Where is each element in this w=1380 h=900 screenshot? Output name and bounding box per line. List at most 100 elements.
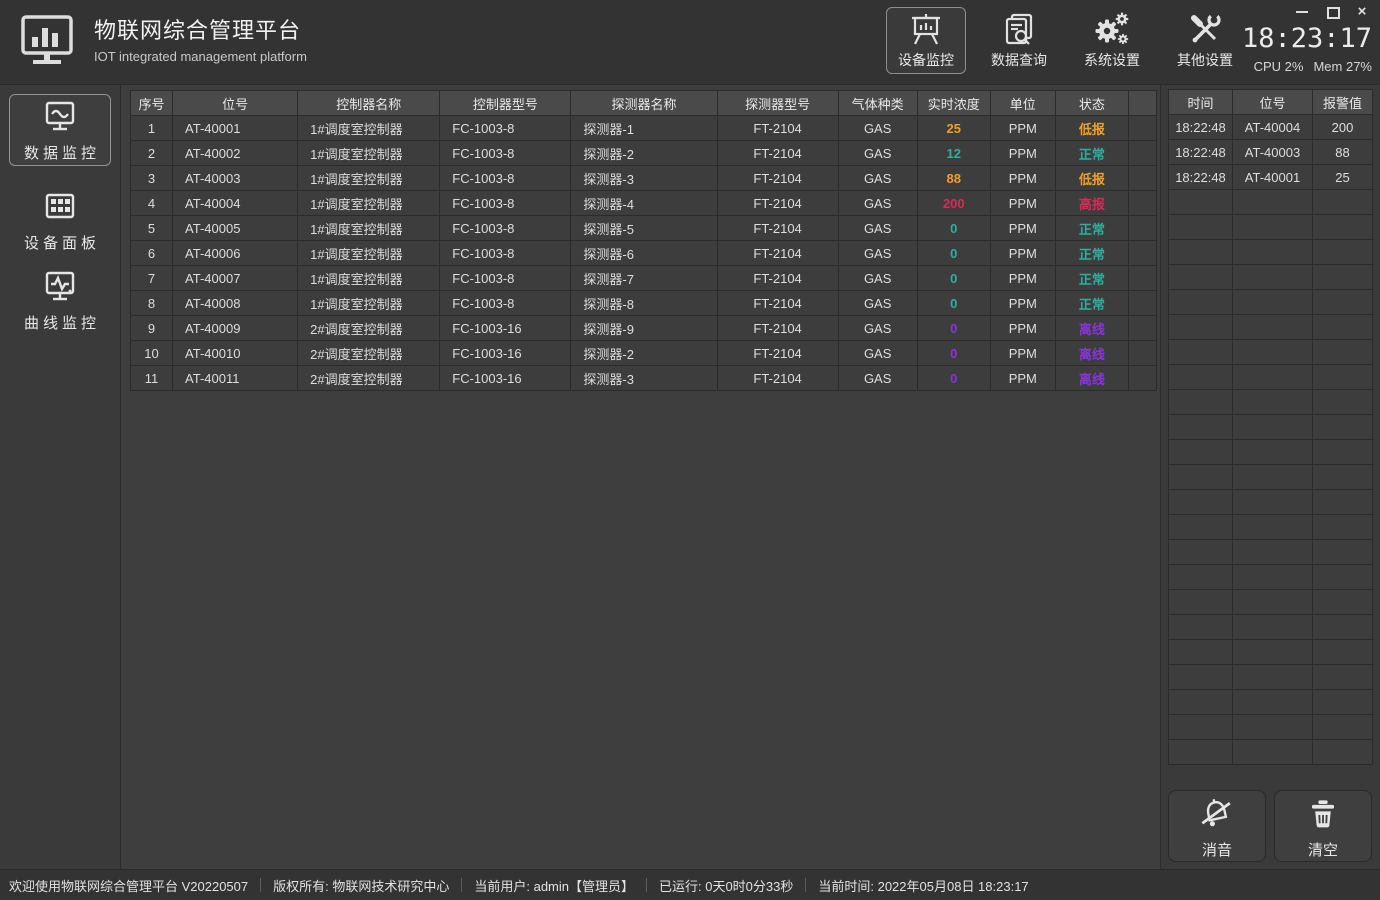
cell-alarm-tag: AT-40003 xyxy=(1233,140,1313,165)
empty-cell xyxy=(1233,690,1313,715)
cell-controller-name: 1#调度室控制器 xyxy=(298,241,440,266)
cell-unit: PPM xyxy=(990,316,1055,341)
empty-cell xyxy=(1313,490,1373,515)
alarm-row[interactable]: 18:22:48AT-40004200 xyxy=(1169,115,1373,140)
empty-cell xyxy=(1233,190,1313,215)
close-button[interactable]: × xyxy=(1356,6,1368,18)
sidebar-item-device-panel[interactable]: 设备面板 xyxy=(9,184,111,256)
trash-icon xyxy=(1301,793,1345,837)
empty-cell xyxy=(1233,490,1313,515)
cell-no: 3 xyxy=(131,166,173,191)
empty-cell xyxy=(1169,715,1233,740)
alarm-row-empty xyxy=(1169,190,1373,215)
cell-realtime-value: 25 xyxy=(917,116,990,141)
empty-cell xyxy=(1233,240,1313,265)
scrollbar-strip-cell xyxy=(1128,191,1156,216)
empty-cell xyxy=(1169,365,1233,390)
mute-button-label: 消音 xyxy=(1202,839,1232,860)
table-row[interactable]: 8AT-400081#调度室控制器FC-1003-8探测器-8FT-2104GA… xyxy=(131,291,1157,316)
sidebar-item-data-monitor[interactable]: 数据监控 xyxy=(9,94,111,166)
cell-gas-type: GAS xyxy=(838,166,917,191)
minimize-button[interactable] xyxy=(1296,6,1308,18)
status-bar: 欢迎使用物联网综合管理平台 V20220507版权所有: 物联网技术研究中心当前… xyxy=(0,869,1380,900)
table-row[interactable]: 2AT-400021#调度室控制器FC-1003-8探测器-2FT-2104GA… xyxy=(131,141,1157,166)
empty-cell xyxy=(1313,590,1373,615)
empty-cell xyxy=(1169,465,1233,490)
cell-detector-model: FT-2104 xyxy=(717,241,838,266)
empty-cell xyxy=(1233,515,1313,540)
app-header: 物联网综合管理平台 IOT integrated management plat… xyxy=(0,0,1380,85)
cell-no: 5 xyxy=(131,216,173,241)
scrollbar-strip-header xyxy=(1128,91,1156,116)
clear-button-label: 清空 xyxy=(1308,839,1338,860)
top-nav: 设备监控 数据查询 xyxy=(886,7,1245,74)
mute-button[interactable]: 消音 xyxy=(1168,790,1266,862)
empty-cell xyxy=(1313,540,1373,565)
table-row[interactable]: 1AT-400011#调度室控制器FC-1003-8探测器-1FT-2104GA… xyxy=(131,116,1157,141)
empty-cell xyxy=(1233,740,1313,765)
table-row[interactable]: 10AT-400102#调度室控制器FC-1003-16探测器-2FT-2104… xyxy=(131,341,1157,366)
empty-cell xyxy=(1313,215,1373,240)
alarm-row-empty xyxy=(1169,515,1373,540)
cell-no: 8 xyxy=(131,291,173,316)
cell-tag: AT-40010 xyxy=(173,341,298,366)
nav-data-query-button[interactable]: 数据查询 xyxy=(979,7,1059,74)
sidebar: 数据监控 设备面板 xyxy=(0,85,121,869)
main-content: 序号位号控制器名称控制器型号探测器名称探测器型号气体种类实时浓度单位状态 1AT… xyxy=(121,85,1160,869)
cell-unit: PPM xyxy=(990,141,1055,166)
cell-controller-name: 1#调度室控制器 xyxy=(298,191,440,216)
cell-detector-name: 探测器-2 xyxy=(571,141,717,166)
status-divider xyxy=(260,878,261,892)
table-row[interactable]: 9AT-400092#调度室控制器FC-1003-16探测器-9FT-2104G… xyxy=(131,316,1157,341)
clear-button[interactable]: 清空 xyxy=(1274,790,1372,862)
cell-unit: PPM xyxy=(990,166,1055,191)
table-row[interactable]: 5AT-400051#调度室控制器FC-1003-8探测器-5FT-2104GA… xyxy=(131,216,1157,241)
cell-realtime-value: 12 xyxy=(917,141,990,166)
cell-realtime-value: 200 xyxy=(917,191,990,216)
alarm-row[interactable]: 18:22:48AT-4000388 xyxy=(1169,140,1373,165)
alarm-row-empty xyxy=(1169,615,1373,640)
nav-device-monitor-button[interactable]: 设备监控 xyxy=(886,7,966,74)
cell-tag: AT-40008 xyxy=(173,291,298,316)
nav-other-settings-button[interactable]: 其他设置 xyxy=(1165,7,1245,74)
empty-cell xyxy=(1169,590,1233,615)
scrollbar-strip-cell xyxy=(1128,266,1156,291)
cell-detector-name: 探测器-1 xyxy=(571,116,717,141)
nav-system-settings-button[interactable]: 系统设置 xyxy=(1072,7,1152,74)
cell-realtime-value: 0 xyxy=(917,216,990,241)
sidebar-item-curve-monitor[interactable]: 曲线监控 xyxy=(9,264,111,336)
cell-tag: AT-40003 xyxy=(173,166,298,191)
table-row[interactable]: 7AT-400071#调度室控制器FC-1003-8探测器-7FT-2104GA… xyxy=(131,266,1157,291)
cell-no: 11 xyxy=(131,366,173,391)
cell-detector-name: 探测器-3 xyxy=(571,166,717,191)
cell-controller-model: FC-1003-8 xyxy=(440,116,571,141)
alarm-row-empty xyxy=(1169,640,1373,665)
cell-controller-model: FC-1003-8 xyxy=(440,141,571,166)
cell-detector-name: 探测器-6 xyxy=(571,241,717,266)
cell-tag: AT-40002 xyxy=(173,141,298,166)
cell-unit: PPM xyxy=(990,116,1055,141)
cell-detector-name: 探测器-8 xyxy=(571,291,717,316)
other-settings-icon xyxy=(1187,11,1223,47)
cell-no: 6 xyxy=(131,241,173,266)
column-header: 序号 xyxy=(131,91,173,116)
alarm-row-empty xyxy=(1169,315,1373,340)
nav-button-label: 数据查询 xyxy=(991,50,1047,70)
alarm-actions: 消音 清空 xyxy=(1168,790,1372,862)
column-header: 实时浓度 xyxy=(917,91,990,116)
alarm-row[interactable]: 18:22:48AT-4000125 xyxy=(1169,165,1373,190)
cell-controller-model: FC-1003-8 xyxy=(440,191,571,216)
cell-no: 1 xyxy=(131,116,173,141)
table-row[interactable]: 3AT-400031#调度室控制器FC-1003-8探测器-3FT-2104GA… xyxy=(131,166,1157,191)
status-item: 版权所有: 物联网技术研究中心 xyxy=(273,876,449,895)
table-row[interactable]: 11AT-400112#调度室控制器FC-1003-16探测器-3FT-2104… xyxy=(131,366,1157,391)
nav-button-label: 系统设置 xyxy=(1084,50,1140,70)
empty-cell xyxy=(1313,715,1373,740)
table-row[interactable]: 4AT-400041#调度室控制器FC-1003-8探测器-4FT-2104GA… xyxy=(131,191,1157,216)
curve-monitor-icon xyxy=(40,267,80,307)
empty-cell xyxy=(1169,290,1233,315)
empty-cell xyxy=(1233,565,1313,590)
table-row[interactable]: 6AT-400061#调度室控制器FC-1003-8探测器-6FT-2104GA… xyxy=(131,241,1157,266)
maximize-button[interactable] xyxy=(1326,6,1338,18)
empty-cell xyxy=(1313,640,1373,665)
